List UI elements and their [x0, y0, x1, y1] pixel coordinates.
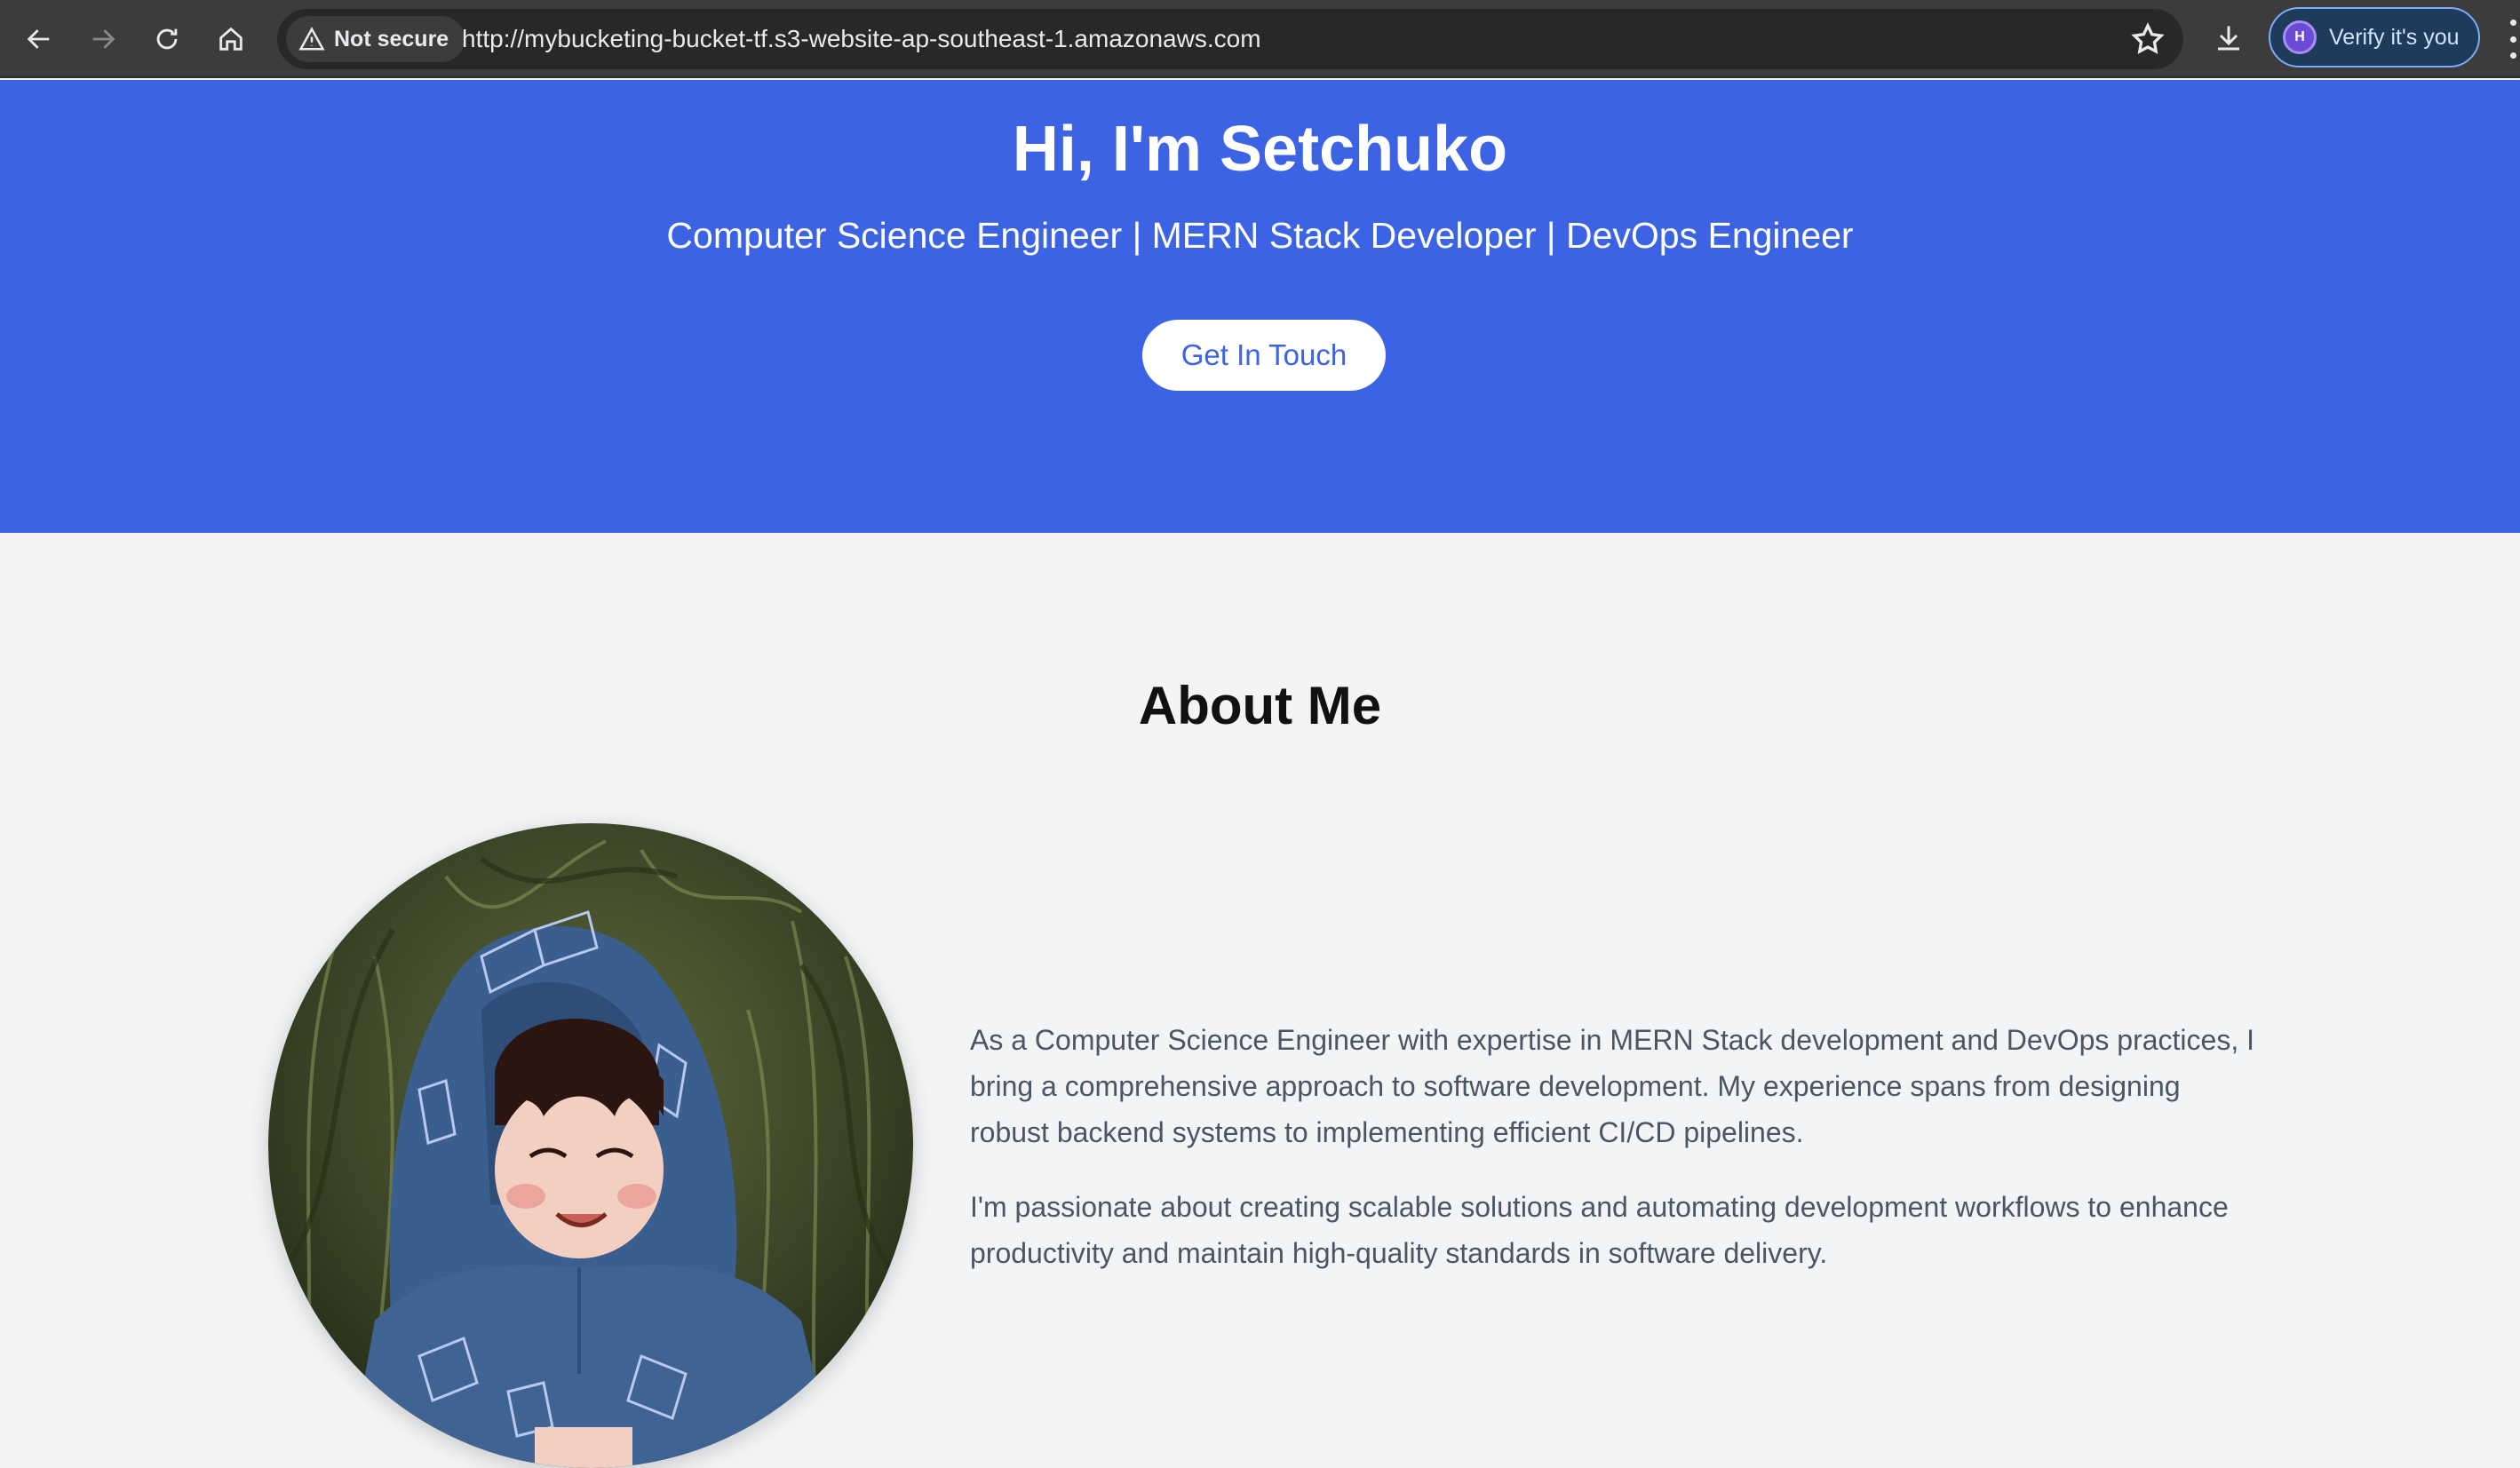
bio-paragraph: As a Computer Science Engineer with expe… [970, 1024, 2254, 1148]
hero-subtitle: Computer Science Engineer | MERN Stack D… [666, 215, 1854, 256]
forward-button[interactable] [76, 12, 130, 66]
url-text[interactable]: http://mybucketing-bucket-tf.s3-website-… [462, 9, 1261, 69]
downloads-button[interactable] [2206, 16, 2251, 60]
avatar: H [2283, 20, 2317, 54]
about-heading: About Me [1138, 676, 1382, 735]
arrow-right-icon [92, 29, 115, 49]
reload-button[interactable] [140, 12, 194, 66]
download-icon [2218, 26, 2239, 51]
home-icon [219, 27, 242, 51]
menu-dots-icon [2510, 20, 2516, 26]
warning-icon [298, 27, 325, 51]
about-bio: As a Computer Science Engineer with expe… [970, 1017, 2258, 1276]
menu-button[interactable] [2507, 20, 2520, 59]
hero-title: Hi, I'm Setchuko [1012, 114, 1508, 185]
profile-photo [268, 823, 913, 1468]
browser-toolbar: Not secure http://mybucketing-bucket-tf.… [0, 0, 2520, 78]
arrow-left-icon [27, 29, 50, 49]
star-icon [2131, 22, 2165, 54]
home-button[interactable] [204, 12, 258, 66]
verify-profile-button[interactable]: H Verify it's you [2269, 7, 2480, 67]
bookmark-button[interactable] [2130, 21, 2166, 57]
reload-icon [156, 28, 178, 50]
hero-section: Hi, I'm Setchuko Computer Science Engine… [0, 80, 2520, 533]
verify-label: Verify it's you [2329, 24, 2460, 50]
address-bar[interactable]: Not secure http://mybucketing-bucket-tf.… [277, 9, 2183, 69]
security-chip[interactable]: Not secure [286, 16, 465, 62]
get-in-touch-button[interactable]: Get In Touch [1142, 320, 1386, 391]
bio-paragraph: I'm passionate about creating scalable s… [970, 1191, 2229, 1269]
back-button[interactable] [12, 12, 66, 66]
security-label: Not secure [334, 26, 449, 52]
